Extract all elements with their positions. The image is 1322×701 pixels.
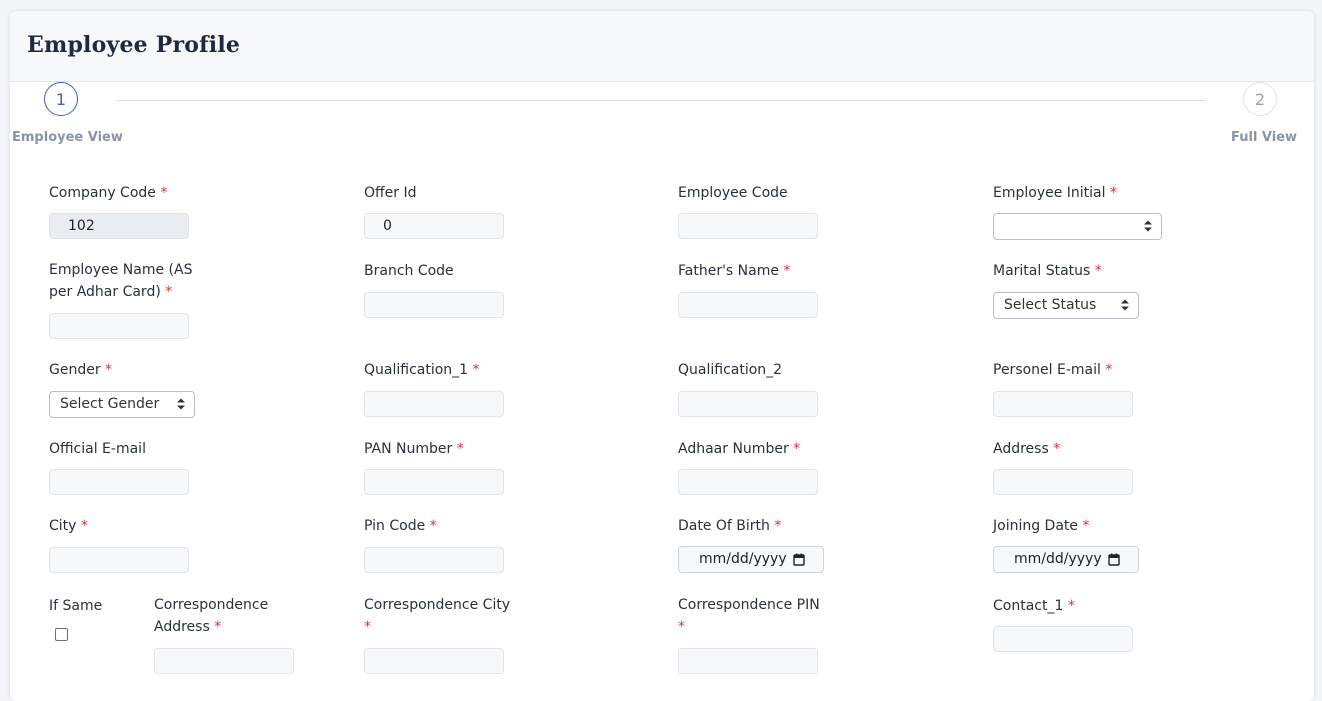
joining-date-input[interactable]: mm/dd/yyyy: [993, 546, 1139, 573]
pin-code-field[interactable]: [364, 547, 504, 573]
calendar-icon[interactable]: [1108, 553, 1120, 566]
correspondence-pin-field[interactable]: [678, 648, 818, 674]
card-header: Employee Profile: [10, 11, 1314, 82]
qualification-1-field[interactable]: [364, 391, 504, 417]
correspondence-city-label: Correspondence City *: [364, 597, 511, 635]
page-title: Employee Profile: [27, 32, 241, 58]
qualification-2-label: Qualification_2: [678, 362, 783, 378]
official-email-label: Official E-mail: [49, 441, 146, 457]
joining-date-label: Joining Date *: [993, 518, 1090, 534]
offer-id-label: Offer Id: [364, 185, 417, 201]
select-arrows-icon: [177, 398, 185, 410]
correspondence-address-label: Correspondence Address *: [154, 597, 269, 635]
date-of-birth-label: Date Of Birth *: [678, 518, 782, 534]
employee-profile-card: Employee Profile 1 Employee View 2 Full …: [10, 11, 1314, 701]
employee-name-label: Employee Name (AS per Adhar Card) *: [49, 262, 193, 300]
calendar-icon[interactable]: [793, 553, 805, 566]
if-same-checkbox[interactable]: [55, 628, 68, 641]
pan-number-field[interactable]: [364, 469, 504, 495]
step-1-label[interactable]: Employee View: [12, 130, 123, 145]
gender-label: Gender *: [49, 362, 113, 378]
select-arrows-icon: [1144, 220, 1152, 232]
official-email-field[interactable]: [49, 469, 189, 495]
contact-1-label: Contact_1 *: [993, 598, 1075, 614]
stepper-connector: [116, 100, 1206, 101]
marital-status-select[interactable]: Select Status: [993, 292, 1139, 319]
pin-code-label: Pin Code *: [364, 518, 437, 534]
gender-value: Select Gender: [60, 396, 160, 412]
city-label: City *: [49, 518, 88, 534]
branch-code-label: Branch Code: [364, 263, 454, 279]
employee-initial-select[interactable]: [993, 213, 1162, 240]
branch-code-field[interactable]: [364, 292, 504, 318]
step-2-label[interactable]: Full View: [1231, 130, 1297, 145]
qualification-1-label: Qualification_1 *: [364, 362, 480, 378]
date-of-birth-value: mm/dd/yyyy: [699, 551, 787, 567]
joining-date-value: mm/dd/yyyy: [1014, 551, 1102, 567]
adhaar-number-label: Adhaar Number *: [678, 441, 801, 457]
employee-code-label: Employee Code: [678, 185, 788, 201]
address-label: Address *: [993, 441, 1061, 457]
offer-id-field[interactable]: 0: [364, 213, 504, 239]
adhaar-number-field[interactable]: [678, 469, 818, 495]
correspondence-city-field[interactable]: [364, 648, 504, 674]
contact-1-field[interactable]: [993, 626, 1133, 652]
company-code-label: Company Code *: [49, 185, 168, 201]
employee-code-field[interactable]: [678, 213, 818, 239]
qualification-2-field[interactable]: [678, 391, 818, 417]
select-arrows-icon: [1121, 299, 1129, 311]
marital-status-value: Select Status: [1004, 297, 1097, 313]
step-1-circle[interactable]: 1: [44, 82, 78, 116]
employee-name-field[interactable]: [49, 313, 189, 339]
address-field[interactable]: [993, 469, 1133, 495]
marital-status-label: Marital Status *: [993, 263, 1102, 279]
if-same-label: If Same: [49, 598, 103, 614]
personal-email-label: Personel E-mail *: [993, 362, 1113, 378]
employee-initial-label: Employee Initial *: [993, 185, 1117, 201]
gender-select[interactable]: Select Gender: [49, 391, 195, 418]
correspondence-address-field[interactable]: [154, 648, 294, 674]
pan-number-label: PAN Number *: [364, 441, 464, 457]
correspondence-pin-label: Correspondence PIN *: [678, 597, 820, 635]
date-of-birth-input[interactable]: mm/dd/yyyy: [678, 546, 824, 573]
city-field[interactable]: [49, 547, 189, 573]
personal-email-field[interactable]: [993, 391, 1133, 417]
step-2-circle[interactable]: 2: [1243, 82, 1277, 116]
company-code-field: 102: [49, 213, 189, 239]
fathers-name-label: Father's Name *: [678, 263, 791, 279]
fathers-name-field[interactable]: [678, 292, 818, 318]
